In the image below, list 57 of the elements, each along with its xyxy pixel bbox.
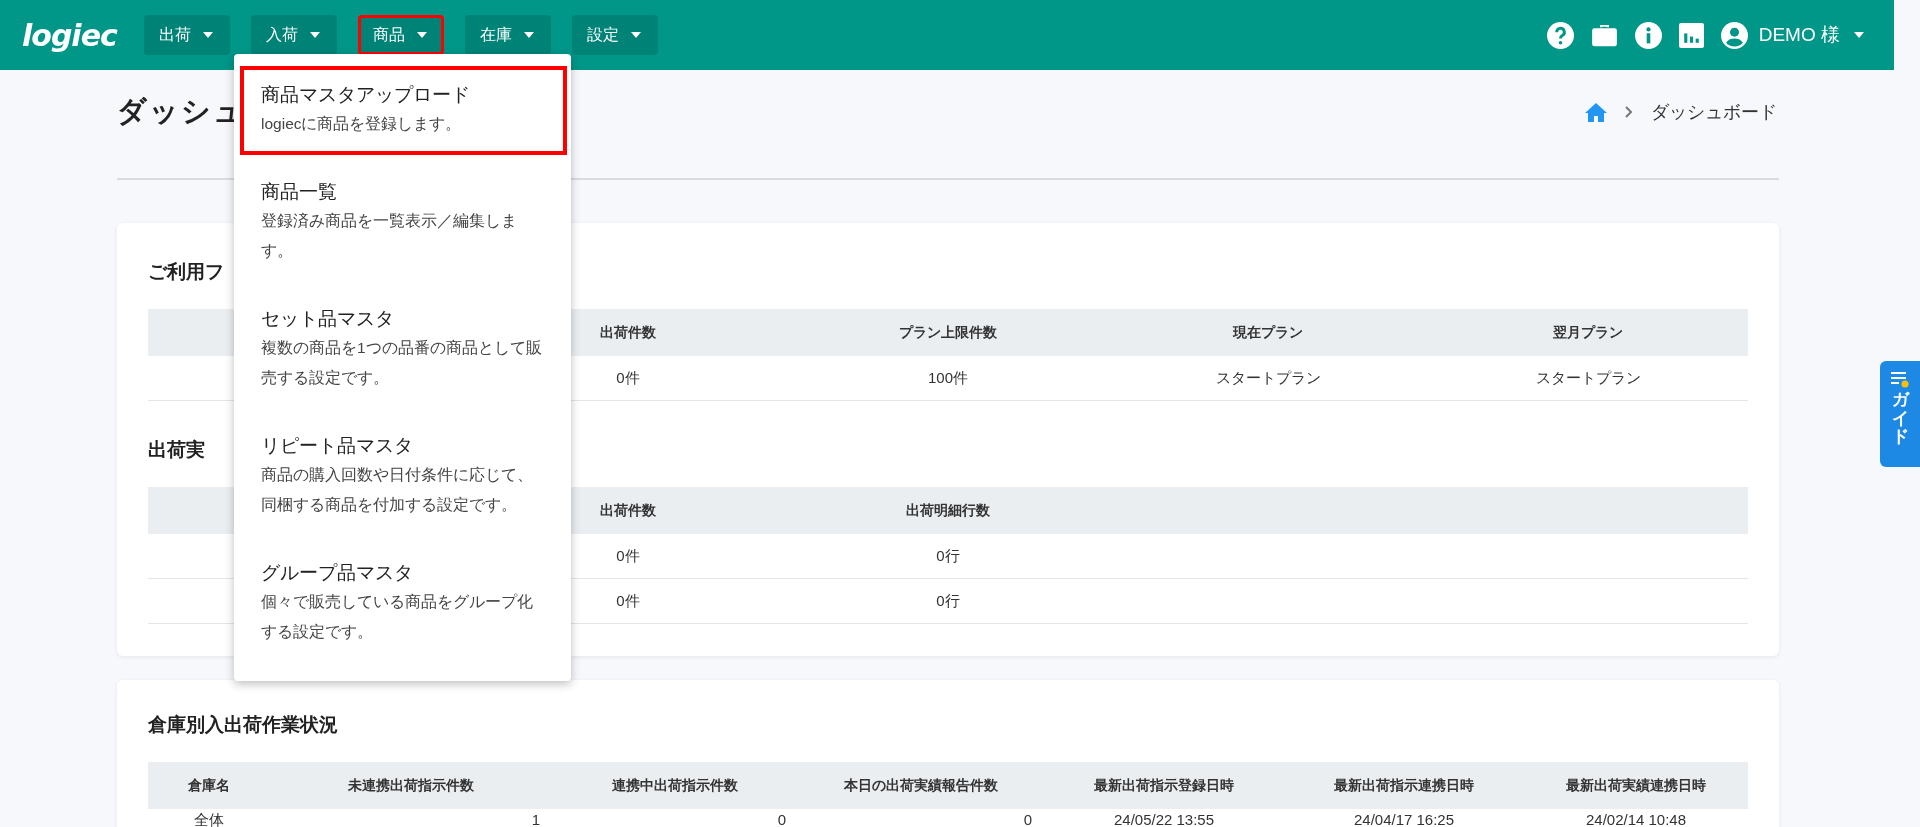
chevron-icon bbox=[1625, 106, 1633, 118]
avatar-icon[interactable] bbox=[1720, 21, 1748, 49]
menu-item[interactable]: 商品マスタアップロード logiecに商品を登録します。 bbox=[240, 66, 567, 155]
table-cell: 24/04/17 16:25 bbox=[1353, 811, 1455, 827]
column-header: 現在プラン bbox=[1233, 323, 1303, 342]
table-cell: 0 bbox=[1023, 811, 1032, 827]
home-icon[interactable] bbox=[1585, 102, 1607, 122]
caret-icon bbox=[202, 32, 213, 38]
nav-menu-button[interactable]: 入荷 bbox=[250, 15, 337, 55]
nav-menu-button[interactable]: 設定 bbox=[571, 15, 658, 55]
table-cell: 1 bbox=[531, 811, 540, 827]
list-icon bbox=[1890, 370, 1910, 388]
chart-icon[interactable] bbox=[1678, 22, 1704, 48]
column-header: 翌月プラン bbox=[1553, 323, 1623, 342]
user-name[interactable]: DEMO 様 bbox=[1758, 22, 1840, 48]
column-header: プラン上限件数 bbox=[899, 323, 997, 342]
caret-icon bbox=[309, 32, 320, 38]
table-cell: 0件 bbox=[616, 546, 640, 566]
caret-icon bbox=[523, 32, 534, 38]
column-header: 出荷明細行数 bbox=[906, 501, 990, 520]
table-cell: 0件 bbox=[616, 591, 640, 611]
breadcrumb-item: ダッシュボード bbox=[1651, 101, 1777, 124]
briefcase-icon[interactable] bbox=[1590, 22, 1618, 48]
menu-item[interactable]: 商品一覧 登録済み商品を一覧表示／編集します。 bbox=[240, 163, 567, 282]
caret-icon bbox=[1854, 32, 1864, 38]
menu-item[interactable]: リピート品マスタ 商品の購入回数や日付条件に応じて、同梱する商品を付加する設定です。 bbox=[240, 417, 567, 536]
caret-icon bbox=[416, 32, 427, 38]
column-header: 倉庫名 bbox=[188, 776, 230, 795]
table-cell: 24/02/14 10:48 bbox=[1585, 811, 1687, 827]
table-cell: 100件 bbox=[928, 368, 968, 388]
column-header: 最新出荷実績連携日時 bbox=[1566, 776, 1706, 795]
menu-item[interactable]: グループ品マスタ 個々で販売している商品をグループ化する設定です。 bbox=[240, 544, 567, 663]
table-cell: 0行 bbox=[936, 591, 960, 611]
column-header: 出荷件数 bbox=[600, 501, 656, 520]
table-cell: スタートプラン bbox=[1215, 368, 1321, 388]
menu-item[interactable]: セット品マスタ 複数の商品を1つの品番の商品として販売する設定です。 bbox=[240, 290, 567, 409]
column-header: 最新出荷指示連携日時 bbox=[1334, 776, 1474, 795]
column-header: 本日の出荷実績報告件数 bbox=[844, 776, 998, 795]
section-title: ご利用フ bbox=[148, 260, 224, 284]
table-cell: スタートプラン bbox=[1535, 368, 1641, 388]
table-cell: 24/05/22 13:55 bbox=[1113, 811, 1215, 827]
table-cell: 0 bbox=[777, 811, 786, 827]
nav-menu-button[interactable]: 在庫 bbox=[464, 15, 551, 55]
column-header: 連携中出荷指示件数 bbox=[612, 776, 738, 795]
table-cell: 全体 bbox=[194, 811, 224, 827]
caret-icon bbox=[630, 32, 641, 38]
column-header: 未連携出荷指示件数 bbox=[348, 776, 474, 795]
table-cell: 0行 bbox=[936, 546, 960, 566]
table-cell: 0件 bbox=[616, 368, 640, 388]
column-header: 出荷件数 bbox=[600, 323, 656, 342]
column-header: 最新出荷指示登録日時 bbox=[1094, 776, 1234, 795]
nav-menu-button[interactable]: 出荷 bbox=[143, 15, 230, 55]
section-title: 出荷実 bbox=[148, 438, 205, 462]
section-title: 倉庫別入出荷作業状況 bbox=[148, 713, 338, 737]
info-icon[interactable] bbox=[1634, 21, 1662, 49]
logo[interactable]: logiec bbox=[22, 17, 117, 53]
help-icon[interactable] bbox=[1546, 21, 1574, 49]
